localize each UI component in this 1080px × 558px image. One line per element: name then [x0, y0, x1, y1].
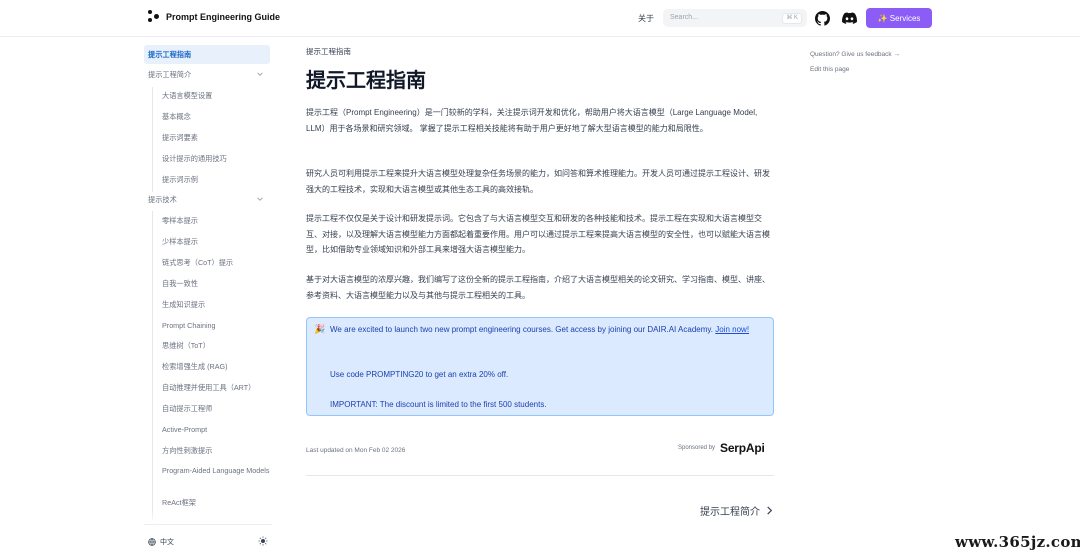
- search-shortcut-badge: ⌘ K: [782, 13, 802, 24]
- logo-title: Prompt Engineering Guide: [166, 12, 281, 22]
- chevron-right-icon: [767, 506, 773, 515]
- watermark: www.365jz.com: [955, 533, 1080, 551]
- paragraph: 提示工程不仅仅是关于设计和研发提示词。它包含了与大语言模型交互和研发的各种技能和…: [306, 214, 770, 255]
- sidebar-item-elements[interactable]: 提示词要素: [158, 129, 270, 146]
- sidebar-item-consistency[interactable]: 自我一致性: [158, 275, 270, 292]
- sidebar-item-cot[interactable]: 链式思考（CoT）提示: [158, 254, 270, 271]
- globe-icon: [148, 538, 156, 546]
- language-switcher[interactable]: 中文: [148, 537, 174, 547]
- sidebar-nav: 提示工程指南 提示工程简介 大语言模型设置 基本概念 提示词要素 设计提示的通用…: [144, 44, 272, 524]
- github-icon[interactable]: [815, 11, 830, 26]
- sponsor-link[interactable]: Sponsored by SerpApi: [678, 441, 765, 455]
- announcement-callout: 🎉 We are excited to launch two new promp…: [306, 317, 774, 416]
- callout-line: We are excited to launch two new prompt …: [330, 322, 766, 337]
- sidebar-item-dsp[interactable]: 方向性刺激提示: [158, 442, 270, 459]
- chevron-down-icon: [257, 72, 263, 76]
- sidebar-item-ape[interactable]: 自动提示工程师: [158, 400, 270, 417]
- breadcrumb: 提示工程指南: [306, 47, 351, 56]
- page-title: 提示工程指南: [306, 70, 426, 92]
- paragraph: 提示工程（Prompt Engineering）是一门较新的学科，关注提示词开发…: [306, 108, 758, 133]
- sidebar-fade: [144, 510, 272, 524]
- join-now-link[interactable]: Join now!: [715, 325, 749, 334]
- divider: [306, 475, 774, 476]
- sidebar-item-tips[interactable]: 设计提示的通用技巧: [158, 150, 270, 167]
- sidebar-item-prompt-chaining[interactable]: Prompt Chaining: [158, 317, 270, 334]
- sidebar-item-techniques[interactable]: 提示技术: [144, 191, 270, 208]
- sun-icon[interactable]: [258, 536, 268, 546]
- sidebar-item-llm-settings[interactable]: 大语言模型设置: [158, 87, 270, 104]
- sponsor-label: Sponsored by: [678, 445, 716, 451]
- logo-link[interactable]: Prompt Engineering Guide: [148, 10, 280, 24]
- paragraph: 研究人员可利用提示工程来提升大语言模型处理复杂任务场景的能力，如问答和算术推理能…: [306, 169, 770, 194]
- nav-link-about[interactable]: 关于: [638, 13, 654, 24]
- discord-icon[interactable]: [842, 12, 857, 24]
- language-label: 中文: [160, 539, 174, 546]
- edit-page-link[interactable]: Edit this page: [810, 66, 849, 73]
- search-placeholder: Search...: [670, 14, 699, 21]
- sidebar-item-label: 提示工程简介: [148, 70, 192, 79]
- search-input[interactable]: Search... ⌘ K: [663, 9, 807, 27]
- sidebar-item-basics[interactable]: 基本概念: [158, 108, 270, 125]
- serpapi-logo: SerpApi: [720, 441, 765, 455]
- logo-icon: [148, 10, 160, 24]
- services-button[interactable]: ✨ Services: [866, 8, 932, 28]
- last-updated: Last updated on Mon Feb 02 2026: [306, 447, 406, 454]
- sidebar-item-rag[interactable]: 检索增强生成 (RAG): [158, 358, 270, 375]
- party-popper-icon: 🎉: [314, 324, 326, 334]
- sidebar-item-react[interactable]: ReAct框架: [158, 494, 270, 511]
- sidebar-item-guide[interactable]: 提示工程指南: [144, 45, 270, 64]
- sidebar-item-examples[interactable]: 提示词示例: [158, 171, 270, 188]
- top-navbar: Prompt Engineering Guide 关于 Search... ⌘ …: [0, 0, 1080, 37]
- sidebar-footer: 中文: [144, 524, 272, 558]
- services-label: ✨ Services: [877, 13, 921, 23]
- sidebar-item-knowledge[interactable]: 生成知识提示: [158, 296, 270, 313]
- sidebar-item-few-shot[interactable]: 少样本提示: [158, 233, 270, 250]
- feedback-link[interactable]: Question? Give us feedback →: [810, 51, 900, 58]
- chevron-down-icon: [257, 197, 263, 201]
- sidebar-item-pal[interactable]: Program-Aided Language Models: [158, 463, 270, 491]
- callout-text: We are excited to launch two new prompt …: [330, 325, 714, 334]
- sidebar-item-tot[interactable]: 思维树（ToT）: [158, 337, 270, 354]
- paragraph: 基于对大语言模型的浓厚兴趣，我们编写了这份全新的提示工程指南，介绍了大语言模型相…: [306, 275, 770, 300]
- sidebar-item-label: 提示技术: [148, 195, 177, 204]
- sidebar-item-intro[interactable]: 提示工程简介: [144, 66, 270, 83]
- sidebar-item-active-prompt[interactable]: Active-Prompt: [158, 421, 270, 438]
- callout-line: IMPORTANT: The discount is limited to th…: [330, 400, 547, 409]
- sidebar-item-art[interactable]: 自动推理并使用工具（ART）: [158, 379, 270, 396]
- next-page-label: 提示工程简介: [700, 507, 760, 518]
- next-page-link[interactable]: 提示工程简介: [700, 503, 773, 518]
- sidebar-item-zero-shot[interactable]: 零样本提示: [158, 212, 270, 229]
- callout-line: Use code PROMPTING20 to get an extra 20%…: [330, 370, 509, 379]
